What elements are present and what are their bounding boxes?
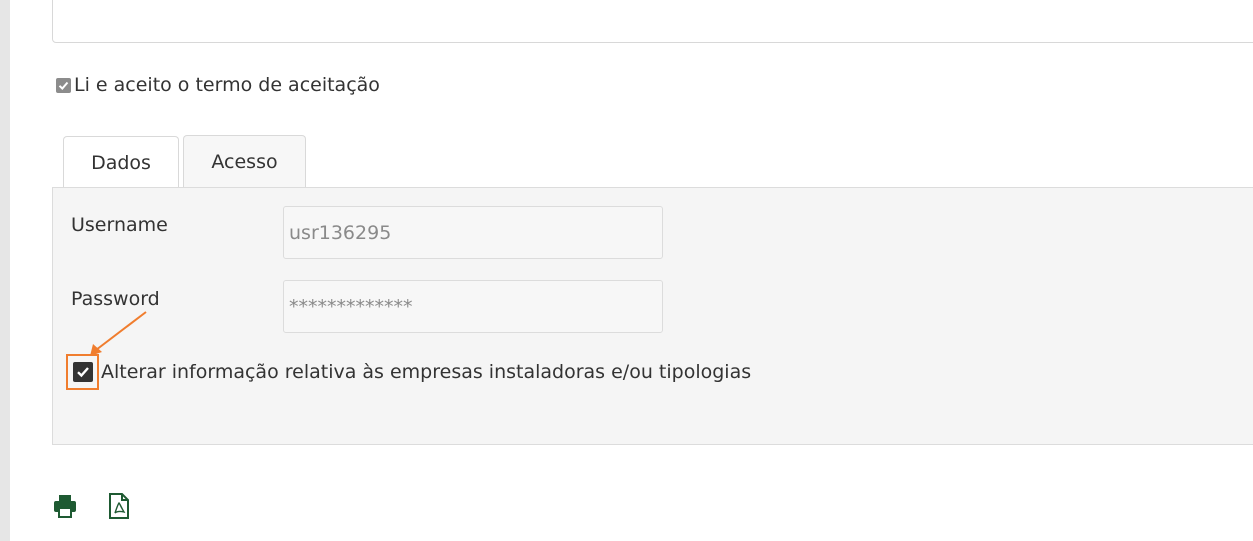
tab-dados[interactable]: Dados [63, 136, 179, 188]
checkbox-highlight-box [66, 354, 99, 390]
check-icon [58, 81, 69, 90]
tab-dados-label: Dados [91, 151, 151, 174]
username-field[interactable]: usr136295 [283, 206, 663, 259]
username-value: usr136295 [289, 221, 392, 244]
password-field[interactable]: ************* [283, 280, 663, 333]
terms-checkbox-row[interactable]: Li e aceito o termo de aceitação [56, 73, 380, 97]
terms-label: Li e aceito o termo de aceitação [74, 74, 380, 96]
left-rail [0, 0, 10, 541]
terms-checkbox[interactable] [56, 77, 71, 93]
password-value: ************* [289, 295, 413, 318]
username-label: Username [71, 214, 168, 236]
text-area[interactable] [52, 0, 1253, 43]
alter-info-checkbox[interactable] [72, 362, 93, 382]
pdf-icon[interactable] [107, 492, 131, 520]
tab-acesso-label: Acesso [211, 151, 278, 173]
alter-info-label: Alterar informação relativa às empresas … [101, 361, 752, 383]
alter-info-checkbox-row[interactable]: Alterar informação relativa às empresas … [66, 354, 751, 390]
print-icon[interactable] [53, 492, 77, 520]
tab-acesso[interactable]: Acesso [183, 135, 306, 188]
check-icon [76, 367, 89, 378]
